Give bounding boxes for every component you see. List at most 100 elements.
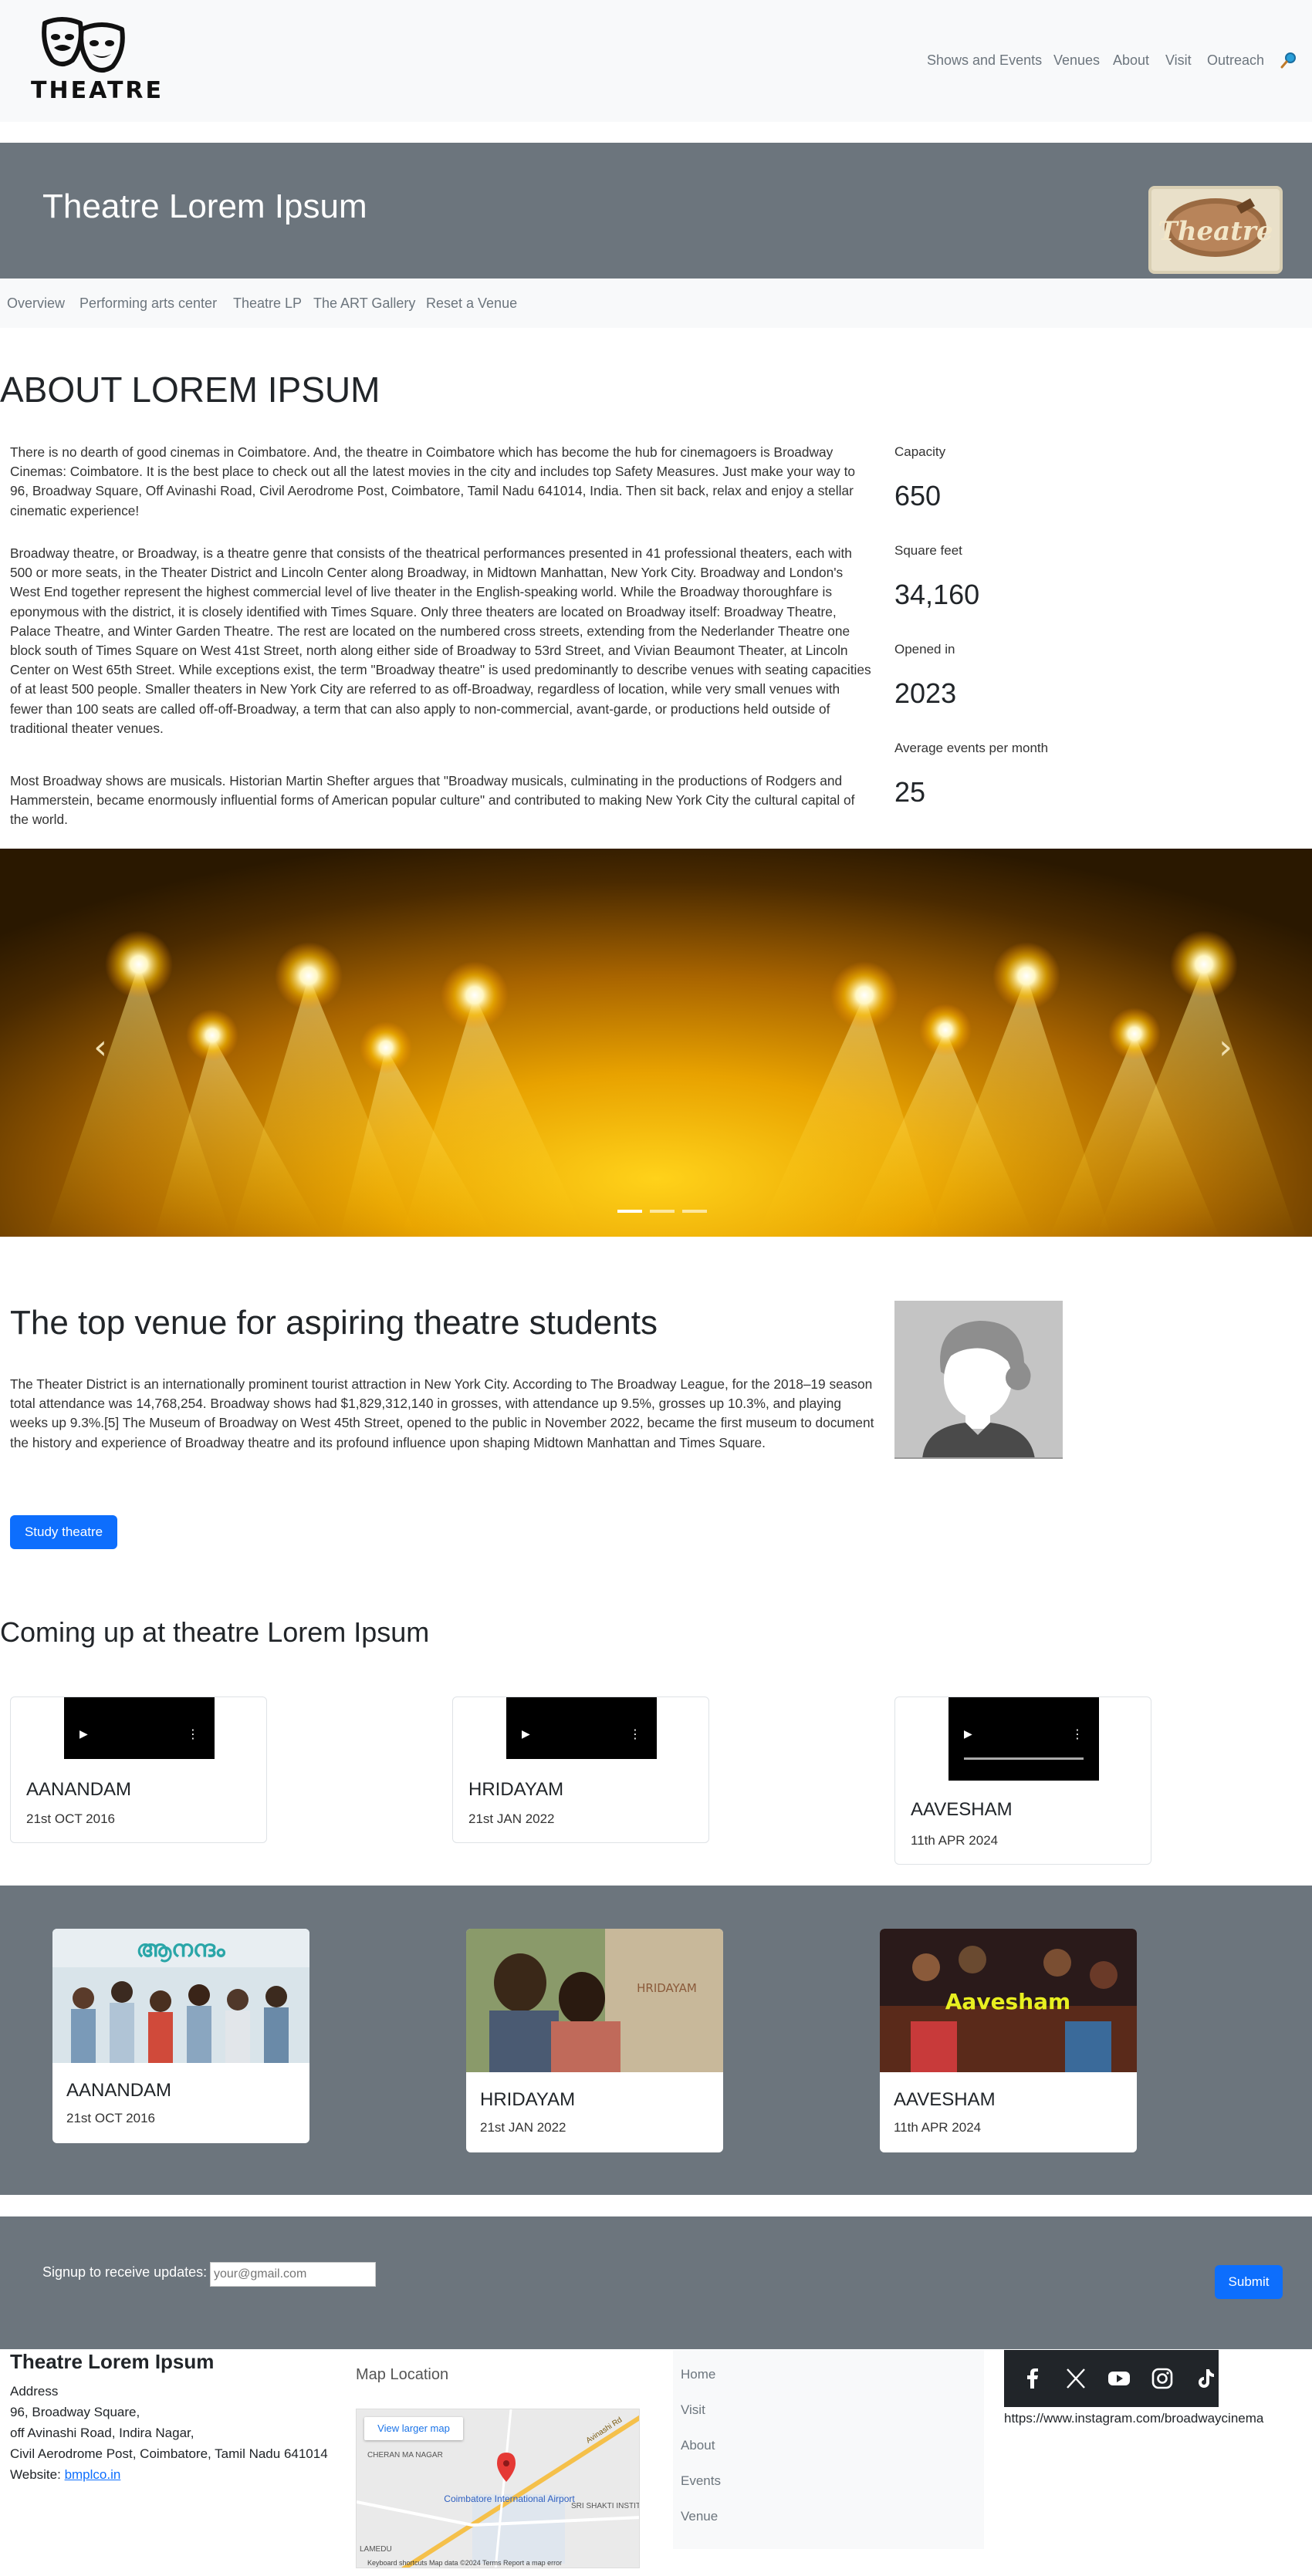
website-link[interactable]: bmplco.in [65, 2467, 121, 2482]
gallery-card-date: 11th APR 2024 [894, 2120, 982, 2135]
signup-band: Signup to receive updates: Submit [0, 2216, 1312, 2349]
hridayam-poster-image: HRIDAYAM [466, 1929, 723, 2072]
stat-value-opened-in: 2023 [894, 677, 957, 709]
facebook-icon[interactable] [1021, 2367, 1044, 2390]
section-subnav: Overview Performing arts center Theatre … [0, 279, 1312, 328]
submit-button[interactable]: Submit [1215, 2265, 1283, 2299]
location-map[interactable]: Coimbatore International Airport CHERAN … [356, 2409, 640, 2568]
email-input[interactable] [210, 2262, 376, 2287]
x-twitter-icon[interactable] [1064, 2367, 1087, 2390]
footer-venue-name: Theatre Lorem Ipsum [10, 2350, 215, 2373]
gallery-card-title: HRIDAYAM [480, 2089, 576, 2110]
gallery-card-title: AAVESHAM [894, 2089, 996, 2110]
address-line: off Avinashi Road, Indira Nagar, [10, 2426, 194, 2440]
gallery-card-date: 21st OCT 2016 [66, 2111, 155, 2125]
coming-up-title: Coming up at theatre Lorem Ipsum [0, 1616, 430, 1648]
show-date: 11th APR 2024 [911, 1833, 999, 1848]
map-area-label: CHERAN MA NAGAR [367, 2451, 443, 2460]
footer-link-home[interactable]: Home [681, 2367, 715, 2382]
gallery-card[interactable]: Aavesham AAVESHAM 11th APR 2024 [880, 1929, 1137, 2152]
carousel-indicator[interactable] [682, 1210, 707, 1213]
carousel-next-icon[interactable]: › [1210, 1031, 1241, 1065]
stat-value-square-feet: 34,160 [894, 579, 980, 610]
more-options-icon[interactable]: ⋮ [629, 1727, 641, 1741]
about-paragraph: Most Broadway shows are musicals. Histor… [10, 773, 855, 828]
venue-description: The Theater District is an international… [10, 1376, 874, 1450]
video-player[interactable]: ▶ ⋮ [948, 1697, 1099, 1781]
footer-link-visit[interactable]: Visit [681, 2402, 705, 2418]
map-area-label: LAMEDU [360, 2545, 392, 2554]
footer-link-events[interactable]: Events [681, 2473, 721, 2489]
view-larger-map-link[interactable]: View larger map [364, 2417, 463, 2440]
address-line: 96, Broadway Square, [10, 2405, 140, 2419]
carousel-indicator[interactable] [617, 1210, 642, 1213]
map-area-label: SRI SHAKTI INSTITUTE O [571, 2502, 640, 2510]
stage-lights-image [46, 930, 1297, 1237]
subnav-theatre-lp[interactable]: Theatre LP [233, 295, 302, 312]
nav-shows-and-events[interactable]: Shows and Events [927, 52, 1042, 69]
gallery-card-date: 21st JAN 2022 [480, 2120, 566, 2135]
stage-lights-carousel[interactable]: ‹ › [0, 849, 1312, 1237]
subnav-performing-arts-center[interactable]: Performing arts center [79, 295, 217, 312]
about-title: ABOUT LOREM IPSUM [0, 370, 380, 410]
logo-text: THEATRE [31, 77, 164, 104]
map-airport-label: Coimbatore International Airport [444, 2493, 575, 2504]
svg-text:Coimbatore International Airpo: Coimbatore International Airport [444, 2493, 575, 2504]
signup-label: Signup to receive updates: [42, 2264, 208, 2280]
tiktok-icon[interactable] [1194, 2367, 1217, 2390]
stat-value-average-events: 25 [894, 776, 926, 808]
show-title: AANANDAM [26, 1779, 132, 1800]
badge-text: Theatre [1158, 216, 1273, 247]
social-links [1004, 2350, 1219, 2407]
search-icon[interactable] [1280, 51, 1298, 69]
study-theatre-button[interactable]: Study theatre [10, 1515, 117, 1549]
more-options-icon[interactable]: ⋮ [187, 1727, 199, 1741]
website-label: Website: [10, 2467, 61, 2482]
upcoming-show-card[interactable]: ▶ ⋮ HRIDAYAM 21st JAN 2022 [452, 1697, 709, 1843]
about-paragraph: There is no dearth of good cinemas in Co… [10, 444, 856, 518]
nav-outreach[interactable]: Outreach [1207, 52, 1264, 69]
video-progress-bar[interactable] [964, 1757, 1084, 1760]
aavesham-poster-image: Aavesham [880, 1929, 1137, 2072]
carousel-indicator[interactable] [650, 1210, 675, 1213]
poster-title: HRIDAYAM [637, 1981, 697, 1995]
stat-value-capacity: 650 [894, 480, 942, 511]
map-attribution: Keyboard shortcuts Map data ©2024 Terms … [367, 2559, 562, 2567]
stat-label-capacity: Capacity [894, 444, 946, 459]
footer-link-venue[interactable]: Venue [681, 2509, 718, 2524]
gallery-card[interactable]: HRIDAYAM HRIDAYAM 21st JAN 2022 [466, 1929, 723, 2152]
play-icon[interactable]: ▶ [79, 1728, 88, 1740]
instagram-icon[interactable] [1151, 2367, 1174, 2390]
subnav-reset-venue[interactable]: Reset a Venue [426, 295, 517, 312]
upcoming-show-card[interactable]: ▶ ⋮ AAVESHAM 11th APR 2024 [894, 1697, 1151, 1865]
more-options-icon[interactable]: ⋮ [1071, 1727, 1084, 1741]
poster-title: Aavesham [945, 1989, 1070, 2014]
subnav-overview[interactable]: Overview [7, 295, 65, 312]
gallery-card[interactable]: ആനന്ദം AANANDAM 21st OCT 2016 [52, 1929, 309, 2143]
play-icon[interactable]: ▶ [522, 1728, 530, 1740]
stat-label-average-events: Average events per month [894, 741, 1049, 755]
upcoming-show-card[interactable]: ▶ ⋮ AANANDAM 21st OCT 2016 [10, 1697, 267, 1843]
video-player[interactable]: ▶ ⋮ [64, 1697, 215, 1759]
theatre-masks-icon [42, 17, 125, 73]
show-title: HRIDAYAM [468, 1779, 564, 1800]
website-row: Website: bmplco.in [10, 2467, 120, 2483]
address-label: Address [10, 2384, 59, 2399]
page-hero: Theatre Lorem Ipsum Theatre [0, 143, 1312, 279]
subnav-art-gallery[interactable]: The ART Gallery [313, 295, 415, 312]
nav-venues[interactable]: Venues [1053, 52, 1100, 69]
show-date: 21st OCT 2016 [26, 1811, 115, 1826]
video-player[interactable]: ▶ ⋮ [506, 1697, 657, 1759]
carousel-prev-icon[interactable]: ‹ [85, 1031, 116, 1065]
play-icon[interactable]: ▶ [964, 1728, 972, 1740]
avatar-placeholder-image [894, 1301, 1063, 1459]
hero-title: Theatre Lorem Ipsum [42, 187, 367, 225]
footer-link-about[interactable]: About [681, 2438, 715, 2453]
instagram-url[interactable]: https://www.instagram.com/broadwaycinema [1004, 2411, 1263, 2426]
nav-visit[interactable]: Visit [1165, 52, 1192, 69]
youtube-icon[interactable] [1107, 2367, 1131, 2390]
aanandam-poster-image: ആനന്ദം [52, 1929, 309, 2063]
venue-title: The top venue for aspiring theatre stude… [10, 1304, 658, 1342]
nav-about[interactable]: About [1113, 52, 1149, 69]
theatre-logo[interactable]: THEATRE [31, 14, 164, 105]
